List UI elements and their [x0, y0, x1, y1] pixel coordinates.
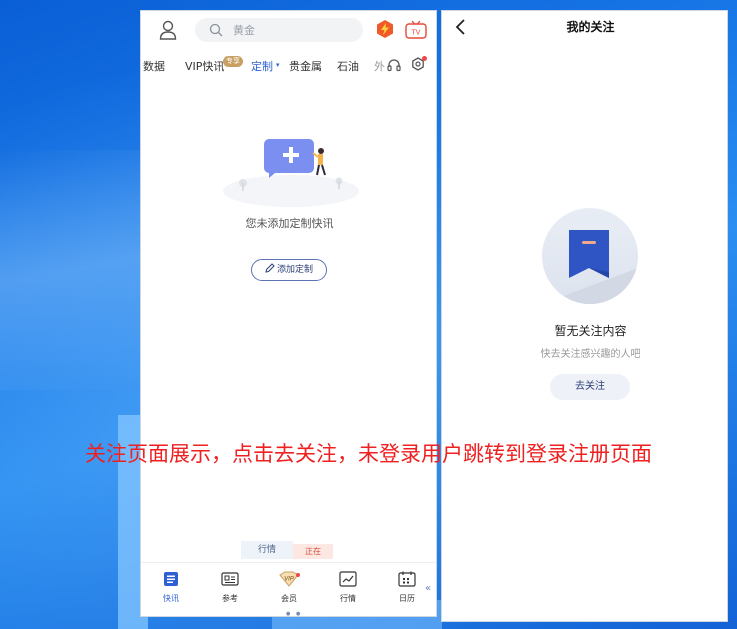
category-tabs: 数据 VIP快讯 专享 定制 ▾ 贵金属 石油 外	[141, 53, 436, 77]
chevron-down-icon[interactable]: ▾	[276, 61, 280, 69]
desktop-light-streak	[0, 150, 140, 390]
go-follow-button[interactable]: 去关注	[550, 374, 630, 400]
empty-illustration	[223, 139, 359, 207]
nav-label-market: 行情	[340, 594, 356, 603]
reference-icon	[221, 572, 239, 586]
vip-exclusive-badge: 专享	[223, 56, 243, 67]
nav-item-news[interactable]: 快讯	[146, 571, 196, 604]
nav-label-calendar: 日历	[399, 594, 415, 603]
pencil-icon	[265, 263, 275, 273]
tab-vip-news[interactable]: VIP快讯	[185, 58, 224, 74]
search-placeholder: 黄金	[233, 24, 255, 37]
page-title: 我的关注	[566, 20, 615, 34]
nav-label-vip: 会员	[281, 594, 297, 603]
nav-item-market[interactable]: 行情	[323, 571, 373, 604]
tab-precious-metals[interactable]: 贵金属	[289, 58, 322, 74]
nav-label-reference: 参考	[222, 594, 238, 603]
chart-icon	[339, 571, 357, 587]
empty-follow-illustration	[542, 208, 638, 304]
add-custom-label: 添加定制	[276, 265, 313, 275]
nav-label-news: 快讯	[163, 594, 179, 603]
collapse-icon[interactable]: «	[425, 583, 431, 594]
left-app-screen: 黄金 TV 数据 VIP快讯 专享 定制 ▾ 贵金属 石油 外 您未添加定制快讯…	[140, 10, 437, 617]
tab-oil[interactable]: 石油	[337, 58, 359, 74]
add-custom-button[interactable]: 添加定制	[251, 259, 327, 281]
empty-message: 您未添加定制快讯	[245, 217, 334, 230]
nav-item-vip[interactable]: VIP 会员	[264, 571, 314, 604]
nav-item-reference[interactable]: 参考	[205, 571, 255, 604]
search-bar[interactable]: 黄金	[195, 18, 363, 42]
tab-forex[interactable]: 外	[374, 58, 385, 74]
search-icon	[209, 23, 223, 37]
right-app-screen: 我的关注 暂无关注内容 快去关注感兴趣的人吧 去关注	[441, 10, 728, 622]
top-bar: 黄金 TV	[141, 11, 436, 49]
empty-state-title: 暂无关注内容	[554, 324, 627, 338]
bottom-navigation: 快讯 参考 VIP 会员 行情 日历 ● ●	[141, 562, 436, 617]
bookmark-icon	[542, 230, 638, 304]
tab-custom[interactable]: 定制	[251, 58, 273, 74]
calendar-icon	[398, 571, 416, 587]
empty-state-subtitle: 快去关注感兴趣的人吧	[540, 349, 641, 360]
notification-dot	[422, 56, 427, 61]
annotation-caption: 关注页面展示，点击去关注，未登录用户跳转到登录注册页面	[85, 442, 652, 466]
svg-text:TV: TV	[412, 30, 421, 37]
flash-news-icon[interactable]	[375, 19, 395, 39]
tab-data[interactable]: 数据	[143, 58, 165, 74]
news-icon	[164, 572, 178, 586]
headset-icon[interactable]	[387, 58, 401, 72]
user-icon[interactable]	[159, 20, 177, 40]
pager-dots: ● ●	[286, 611, 303, 617]
svg-text:VIP: VIP	[284, 577, 294, 583]
mini-tab-live[interactable]: 正在	[293, 544, 333, 559]
vip-notification-dot	[296, 573, 300, 577]
tv-icon[interactable]: TV	[405, 20, 427, 39]
mini-tab-market[interactable]: 行情	[241, 541, 293, 559]
